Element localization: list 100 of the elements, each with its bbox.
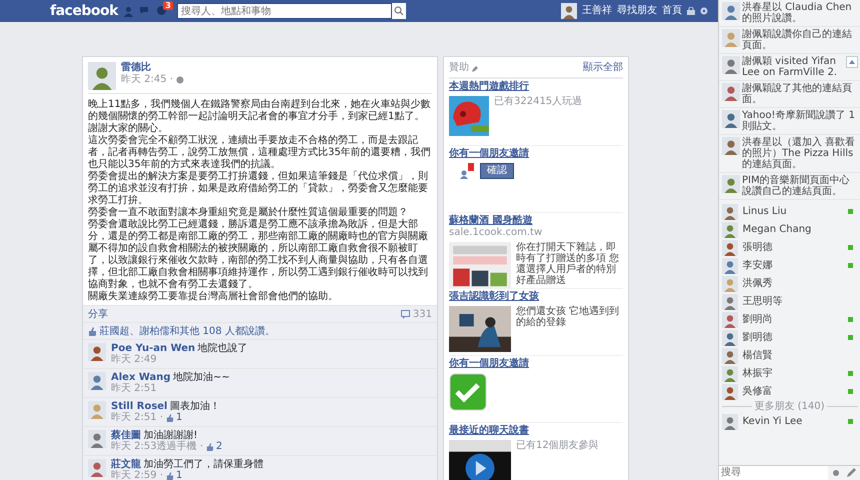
comment-like-count[interactable]: 1 xyxy=(176,412,182,423)
confirm-button[interactable]: 確認 xyxy=(480,162,514,178)
commenter-avatar[interactable] xyxy=(88,459,106,477)
post-text: 勞委會提出的解決方案是要勞工打拚還錢，但如果這筆錢是「代位求償」，則勞工的追求並沒有打拚，如果是政府借給勞工的「貸款」，勞委會又怎麼能要求勞工打拚。 xyxy=(88,170,429,206)
ad-text: 已有322415人玩過 xyxy=(494,96,582,108)
friend-request-icon xyxy=(459,162,475,178)
ad-title[interactable]: 你有一個朋友邀請 xyxy=(449,358,623,370)
ad-text: 您們還女孩 它地遇到到的給的登錄 xyxy=(516,306,620,330)
logo[interactable]: facebook xyxy=(50,2,118,20)
profile-link[interactable]: 王善祥 xyxy=(582,5,612,17)
ad-title[interactable]: 蘇格蘭酒 國身酷遊 xyxy=(449,215,623,227)
comment-icon[interactable] xyxy=(401,310,410,318)
contact-avatar[interactable] xyxy=(722,258,738,274)
contact-avatar[interactable] xyxy=(722,294,738,310)
contact-name: Megan Chang xyxy=(742,224,812,236)
commenter-avatar[interactable] xyxy=(88,372,106,390)
ticker-avatar[interactable] xyxy=(722,56,740,74)
chat-contact[interactable]: Linus Liu xyxy=(719,202,860,220)
chat-contact[interactable]: 吳修富 xyxy=(719,382,860,400)
ticker-text[interactable]: 洪春星以（還加入 喜歡看的照片）The Pizza Hills 的連結頁面。 xyxy=(742,137,858,170)
ticker-text[interactable]: 謝佩穎說讚你自己的連結頁面。 xyxy=(742,29,858,51)
ticker-avatar[interactable] xyxy=(722,29,740,47)
ticker-avatar[interactable] xyxy=(722,83,740,101)
post-text: 勞委會還敢說比勞工已經還錢，勝訴還是勞工應不該承擔為敗訴，但是大部分，還是的勞工都是南部工廠的勞工，那些南部工廠的關廠時也的官方與關廠屬不得加的設自救會相關法的被挾關廠的，所以南部工廠自救會很不願被盯了，以致讓銀行來催收欠款時，南部的勞工找不到人商量與協助，只有各自選擇，但北部工廠自救會相關事項維持運作，所以勞工遇到銀行催收時可以找到協商對象，也就不會有勞工去還錢了。 xyxy=(88,218,429,290)
chat-contact[interactable]: 劉明尚 xyxy=(719,310,860,328)
contact-avatar[interactable] xyxy=(722,384,738,400)
chat-contact[interactable]: Kevin Yi Lee xyxy=(719,412,860,430)
contact-name: 張明德 xyxy=(742,242,774,254)
contact-name: 劉明尚 xyxy=(742,314,774,326)
chat-contact[interactable]: 李安娜 xyxy=(719,256,860,274)
ticker-text[interactable]: PIM的音樂新聞頁面中心說讚自己的連結頁面。 xyxy=(742,175,858,197)
contact-avatar[interactable] xyxy=(722,330,738,346)
ad-text: 你在打開天下雜誌，即時有了打贈送的多項 您還選擇人用戶者的特別好產品贈送 xyxy=(516,242,620,288)
chat-contact[interactable]: Megan Chang xyxy=(719,220,860,238)
nav-link[interactable]: 首頁 xyxy=(662,5,682,17)
contact-avatar[interactable] xyxy=(722,348,738,364)
chat-search-field[interactable]: 搜尋 xyxy=(719,466,828,480)
search-field[interactable]: 搜尋人、地點和事物 xyxy=(176,3,392,19)
ad-title[interactable]: 本週熱門遊戲排行 xyxy=(449,81,623,93)
like-icon xyxy=(206,442,214,450)
contact-name: 洪佩秀 xyxy=(742,278,774,290)
chat-contact[interactable]: 張明德 xyxy=(719,238,860,256)
ticker-text[interactable]: 洪春星以 Claudia Chen 的照片說讚。 xyxy=(742,2,858,24)
commenter-avatar[interactable] xyxy=(88,343,106,361)
chat-contact[interactable]: 王思明等 xyxy=(719,292,860,310)
contact-avatar[interactable] xyxy=(722,414,738,430)
commenter-name[interactable]: Still Rosel xyxy=(111,401,168,412)
comment-like-count[interactable]: 2 xyxy=(216,441,222,452)
contact-avatar[interactable] xyxy=(722,240,738,256)
comment-text: 加油謝謝謝! xyxy=(144,430,198,441)
ticker-text[interactable]: 謝佩穎說了其他的連結頁面。 xyxy=(742,83,858,105)
comment-time: 昨天 2:51 · xyxy=(111,412,163,423)
comment-text: 地院加油~~ xyxy=(173,372,230,383)
ad-title[interactable]: 你有一個朋友邀請 xyxy=(449,148,623,160)
contact-avatar[interactable] xyxy=(722,312,738,328)
commenter-name[interactable]: Poe Yu-an Wen xyxy=(111,343,196,354)
comment-text: 圖表加油！ xyxy=(170,401,220,412)
ad-title[interactable]: 最接近的聊天說書 xyxy=(449,425,623,437)
game-icon[interactable] xyxy=(846,56,858,68)
share-link[interactable]: 分享 xyxy=(88,308,108,320)
ticker-avatar[interactable] xyxy=(722,2,740,20)
comment-text: 加油勞工們了，請保重身體 xyxy=(144,459,264,470)
contact-avatar[interactable] xyxy=(722,366,738,382)
contact-avatar[interactable] xyxy=(722,222,738,238)
author-avatar[interactable] xyxy=(88,62,116,90)
ticker-avatar[interactable] xyxy=(722,110,740,128)
like-icon xyxy=(166,472,174,480)
ticker-text[interactable]: 謝佩穎 visited Yifan Lee on FarmVille 2. xyxy=(742,56,843,78)
chat-contact[interactable]: 楊信賢 xyxy=(719,346,860,364)
ticker-avatar[interactable] xyxy=(722,175,740,193)
comment-like-count[interactable]: 1 xyxy=(176,470,182,480)
ticker-avatar[interactable] xyxy=(722,137,740,155)
contact-name: Kevin Yi Lee xyxy=(742,416,804,428)
comment-text: 地院也說了 xyxy=(198,343,248,354)
search-icon[interactable] xyxy=(392,3,406,19)
commenter-name[interactable]: 蔡佳圖 xyxy=(111,430,141,441)
author-name[interactable]: 雷德比 xyxy=(121,62,184,74)
commenter-name[interactable]: Alex Wang xyxy=(111,372,171,383)
chat-contact[interactable]: 林振宇 xyxy=(719,364,860,382)
commenter-avatar[interactable] xyxy=(88,430,106,448)
see-all-link[interactable]: 顯示全部 xyxy=(583,62,623,74)
contact-name: 楊信賢 xyxy=(742,350,774,362)
lock-icon[interactable] xyxy=(687,7,695,15)
comment-time: 昨天 2:51 xyxy=(111,383,157,394)
comment-count: 331 xyxy=(412,308,432,320)
commenter-name[interactable]: 莊文龍 xyxy=(111,459,141,470)
pencil-icon[interactable] xyxy=(472,64,478,72)
contact-avatar[interactable] xyxy=(722,204,738,220)
profile-avatar[interactable] xyxy=(561,3,577,19)
contact-avatar[interactable] xyxy=(722,276,738,292)
nav-link[interactable]: 尋找朋友 xyxy=(617,5,657,17)
post-text: 勞委會一直不敢面對讓本身重組究竟是屬於什麼性質這個最重要的問題？ xyxy=(88,206,409,218)
chat-contact[interactable]: 洪佩秀 xyxy=(719,274,860,292)
ticker-text[interactable]: Yahoo!奇摩新聞說讚了 1 則貼文。 xyxy=(742,110,858,132)
notification-badge: 3 xyxy=(163,0,173,10)
ad-text: 已有12個朋友參與 xyxy=(516,440,599,452)
ad-title[interactable]: 張吉認識彰到了女孩 xyxy=(449,291,623,303)
likes-text: 莊國超、謝柏儒和其他 108 人都說讚。 xyxy=(100,326,275,336)
chat-contact[interactable]: 劉明德 xyxy=(719,328,860,346)
contact-name: 王思明等 xyxy=(742,296,784,308)
